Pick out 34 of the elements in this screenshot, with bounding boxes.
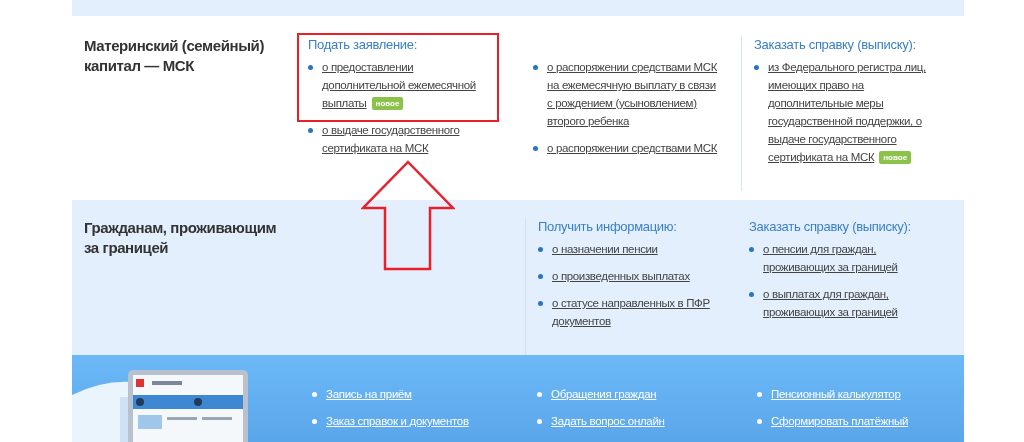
link[interactable]: о пенсии для граждан, проживающих за границей [763,240,938,276]
bullet-icon [537,419,542,424]
section-heading: Получить информацию: [538,218,678,236]
bullet-icon [538,274,543,279]
link[interactable]: о выдаче государственного сертификата на МСК [322,121,492,157]
bullet-icon [312,392,317,397]
link[interactable]: о распоряжении средствами МСК на ежемесячную выплату в связи с рождением (усыновлением) второго ребенка [547,58,722,130]
section-title: Гражданам, проживающим за границей [83,218,278,258]
link[interactable]: о распоряжении средствами МСК [547,139,718,157]
bullet-icon [538,247,543,252]
link[interactable]: из Федерального регистра лиц, имеющих право на дополнительные меры государственной поддержки, о выдаче государственного сертификата на МСК новое [768,58,943,166]
bullet-icon [312,419,317,424]
link[interactable]: о произведенных выплатах [552,267,690,285]
bullet-icon [757,419,762,424]
section-heading: Заказать справку (выписку): [754,36,917,54]
bullet-icon [533,65,538,70]
section-title: Материнский (семейный) капитал — МСК [83,36,266,76]
bullet-icon [749,292,754,297]
bullet-icon [308,65,313,70]
bullet-icon [757,392,762,397]
bullet-icon [537,392,542,397]
bullet-icon [308,128,313,133]
bullet-icon [749,247,754,252]
link[interactable]: о предоставлении дополнительной ежемесячной выплаты новое [322,58,492,112]
section-heading: Заказать справку (выписку): [749,218,912,236]
new-badge: новое [879,151,912,165]
new-badge: новое [371,97,404,111]
bullet-icon [538,301,543,306]
link[interactable]: о статусе направленных в ПФР документов [552,294,737,330]
bullet-icon [754,65,759,70]
link[interactable]: о назначении пенсии [552,240,658,258]
section-heading: Подать заявление: [308,36,418,54]
link[interactable]: о выплатах для граждан, проживающих за границей [763,285,938,321]
bullet-icon [533,146,538,151]
